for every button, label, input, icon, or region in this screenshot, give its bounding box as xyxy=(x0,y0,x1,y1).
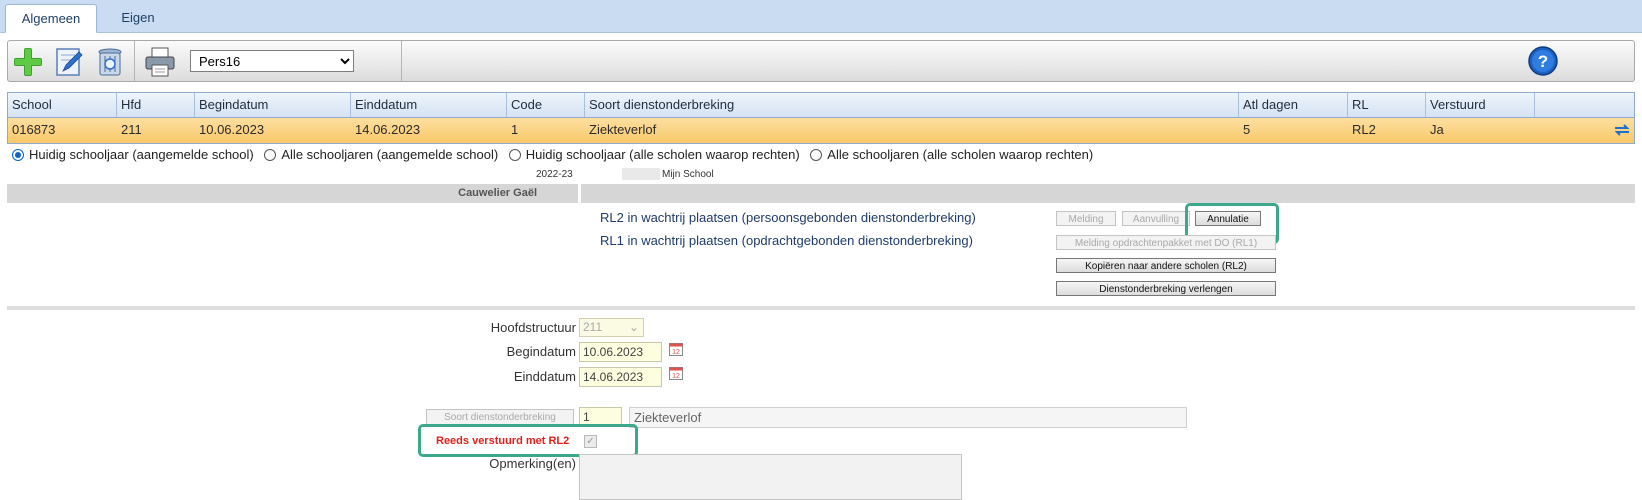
profile-select[interactable]: Pers16 xyxy=(190,50,354,72)
radio-current-year-all-schools[interactable]: Huidig schooljaar (alle scholen waarop r… xyxy=(508,147,800,162)
help-icon[interactable]: ? xyxy=(1527,45,1559,77)
radio-button[interactable] xyxy=(508,148,521,161)
begindatum-label: Begindatum xyxy=(506,344,576,359)
cell-einddatum: 14.06.2023 xyxy=(355,122,421,137)
tab-algemeen[interactable]: Algemeen xyxy=(5,4,97,33)
toolbar-separator xyxy=(401,41,402,81)
radio-all-years-all-schools[interactable]: Alle schooljaren (alle scholen waarop re… xyxy=(810,147,1093,162)
radio-all-years-logged-school[interactable]: Alle schooljaren (aangemelde school) xyxy=(264,147,498,162)
soort-text-field: Ziekteverlof xyxy=(629,407,1187,428)
cell-verstuurd: Ja xyxy=(1430,122,1444,137)
toolbar-separator xyxy=(134,41,135,81)
aanvulling-button[interactable]: Aanvulling xyxy=(1122,211,1190,226)
header-atl-dagen[interactable]: Atl dagen xyxy=(1239,93,1348,117)
redacted-school-code xyxy=(622,168,660,180)
calendar-day: 12 xyxy=(672,349,680,356)
cell-school: 016873 xyxy=(12,122,56,137)
cell-hfd: 211 xyxy=(121,122,142,137)
melding-pakket-button[interactable]: Melding opdrachtenpakket met DO (RL1) xyxy=(1056,235,1276,250)
header-soort[interactable]: Soort dienstonderbreking xyxy=(585,93,1239,117)
kopieren-button[interactable]: Kopiëren naar andere scholen (RL2) xyxy=(1056,258,1276,273)
melding-button[interactable]: Melding xyxy=(1056,211,1116,226)
header-einddatum[interactable]: Einddatum xyxy=(351,93,507,117)
reeds-verstuurd-highlight xyxy=(418,424,638,457)
radio-label: Huidig schooljaar (alle scholen waarop r… xyxy=(525,147,800,162)
namebar-divider xyxy=(578,184,581,203)
tab-bar: Algemeen Eigen xyxy=(0,0,1642,33)
header-hfd[interactable]: Hfd xyxy=(117,93,195,117)
rl2-queue-text: RL2 in wachtrij plaatsen (persoonsgebond… xyxy=(600,210,976,225)
grid-header: School Hfd Begindatum Einddatum Code Soo… xyxy=(7,92,1635,118)
school-year-label: 2022-23 xyxy=(536,169,573,180)
radio-label: Huidig schooljaar (aangemelde school) xyxy=(29,147,254,162)
svg-text:?: ? xyxy=(1538,52,1548,71)
hoofdstructuur-value: 211 xyxy=(583,320,603,334)
person-name: Cauwelier Gaël xyxy=(458,187,537,199)
hoofdstructuur-select[interactable]: 211 ⌄ xyxy=(579,318,644,337)
school-name-label: Mijn School xyxy=(662,169,714,180)
header-begindatum[interactable]: Begindatum xyxy=(195,93,351,117)
einddatum-label: Einddatum xyxy=(513,369,576,384)
calendar-day: 12 xyxy=(672,373,680,380)
chevron-down-icon: ⌄ xyxy=(628,320,639,334)
radio-label: Alle schooljaren (alle scholen waarop re… xyxy=(827,147,1094,162)
calendar-icon[interactable]: 12 xyxy=(669,366,683,380)
header-verstuurd[interactable]: Verstuurd xyxy=(1426,93,1535,117)
school-year-filter: Huidig schooljaar (aangemelde school) Al… xyxy=(12,147,1100,167)
tab-eigen[interactable]: Eigen xyxy=(100,4,176,33)
print-icon[interactable] xyxy=(144,46,176,78)
header-code[interactable]: Code xyxy=(507,93,585,117)
radio-button[interactable] xyxy=(810,148,823,161)
add-icon[interactable] xyxy=(12,46,44,78)
radio-label: Alle schooljaren (aangemelde school) xyxy=(281,147,499,162)
edit-icon[interactable] xyxy=(53,46,85,78)
cell-soort: Ziekteverlof xyxy=(589,122,657,137)
radio-current-year-logged-school[interactable]: Huidig schooljaar (aangemelde school) xyxy=(12,147,254,162)
radio-button[interactable] xyxy=(12,148,24,161)
table-row[interactable]: 016873 211 10.06.2023 14.06.2023 1 Ziekt… xyxy=(7,118,1635,144)
service-break-grid: School Hfd Begindatum Einddatum Code Soo… xyxy=(7,92,1635,144)
toolbar: Pers16 ? xyxy=(7,40,1635,82)
section-divider xyxy=(7,306,1635,310)
delete-icon[interactable] xyxy=(94,46,126,78)
calendar-icon[interactable]: 12 xyxy=(669,342,683,356)
rl1-queue-text: RL1 in wachtrij plaatsen (opdrachtgebond… xyxy=(600,233,973,248)
opmerking-textarea[interactable] xyxy=(579,454,962,500)
cell-rl: RL2 xyxy=(1352,122,1376,137)
opmerking-label: Opmerking(en) xyxy=(489,456,576,471)
begindatum-field[interactable]: 10.06.2023 xyxy=(579,342,662,362)
person-header: Cauwelier Gaël xyxy=(7,184,1635,203)
cell-atl-dagen: 5 xyxy=(1243,122,1251,137)
soort-dienstonderbreking-button[interactable]: Soort dienstonderbreking xyxy=(426,409,574,425)
verlengen-button[interactable]: Dienstonderbreking verlengen xyxy=(1056,281,1276,296)
header-rl[interactable]: RL xyxy=(1348,93,1426,117)
sync-icon[interactable] xyxy=(1613,122,1631,138)
header-empty xyxy=(1535,93,1634,117)
header-school[interactable]: School xyxy=(8,93,117,117)
einddatum-field[interactable]: 14.06.2023 xyxy=(579,367,662,387)
hoofdstructuur-label: Hoofdstructuur xyxy=(490,320,576,335)
cell-begindatum: 10.06.2023 xyxy=(199,122,265,137)
cell-code: 1 xyxy=(511,122,519,137)
radio-button[interactable] xyxy=(264,148,277,161)
